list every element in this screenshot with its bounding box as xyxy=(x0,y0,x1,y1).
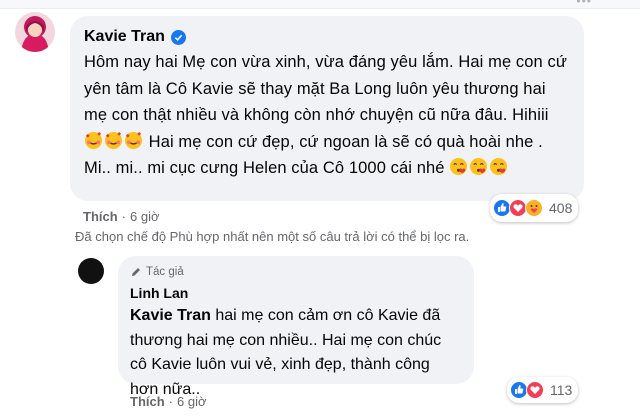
author-name[interactable]: Kavie Tran xyxy=(84,27,165,47)
verified-badge-icon xyxy=(170,29,186,45)
comment-actions: Thích · 6 giờ xyxy=(83,209,160,224)
author-badge: Tác giả xyxy=(130,264,462,280)
mention-link[interactable]: Kavie Tran xyxy=(130,307,211,324)
like-link[interactable]: Thích xyxy=(130,394,165,409)
smiling-face-with-hearts-icon xyxy=(84,131,144,151)
reply-bubble: Tác giả Linh Lan Kavie Tran hai mẹ con c… xyxy=(118,256,474,398)
reaction-summary[interactable]: 408 xyxy=(490,194,579,222)
love-reaction-icon xyxy=(526,381,544,399)
comment-time[interactable]: 6 giờ xyxy=(130,209,160,224)
comment-text-part: Hôm nay hai Mẹ con vừa xinh, vừa đáng yê… xyxy=(84,53,568,124)
filter-notice: Đã chọn chế độ Phù hợp nhất nên một số c… xyxy=(75,229,470,244)
comment-text: Hôm nay hai Mẹ con vừa xinh, vừa đáng yê… xyxy=(84,49,570,182)
care-reaction-icon xyxy=(525,199,543,217)
reply-reaction-summary[interactable]: 113 xyxy=(507,377,579,403)
reaction-count: 408 xyxy=(549,200,573,216)
more-options-icon[interactable]: ••• xyxy=(576,0,592,8)
face-blowing-kiss-icon xyxy=(449,157,509,177)
reply-actions: Thích · 6 giờ xyxy=(130,394,207,409)
comment-author[interactable]: Kavie Tran xyxy=(84,27,570,47)
pencil-icon xyxy=(132,268,140,276)
previous-comment-strip: ••• xyxy=(0,0,640,9)
separator: · xyxy=(121,209,127,224)
author-badge-label: Tác giả xyxy=(146,266,184,278)
reply-author[interactable]: Linh Lan xyxy=(130,284,462,302)
reply-text: Kavie Tran hai mẹ con cảm ơn cô Kavie đã… xyxy=(130,304,462,402)
reply-avatar[interactable] xyxy=(78,258,104,284)
avatar[interactable] xyxy=(15,12,55,52)
reply-time[interactable]: 6 giờ xyxy=(177,394,207,409)
reaction-count: 113 xyxy=(550,382,573,398)
like-link[interactable]: Thích xyxy=(83,209,118,224)
comment-bubble: Kavie Tran Hôm nay hai Mẹ con vừa xinh, … xyxy=(70,16,584,201)
separator: · xyxy=(168,394,174,409)
